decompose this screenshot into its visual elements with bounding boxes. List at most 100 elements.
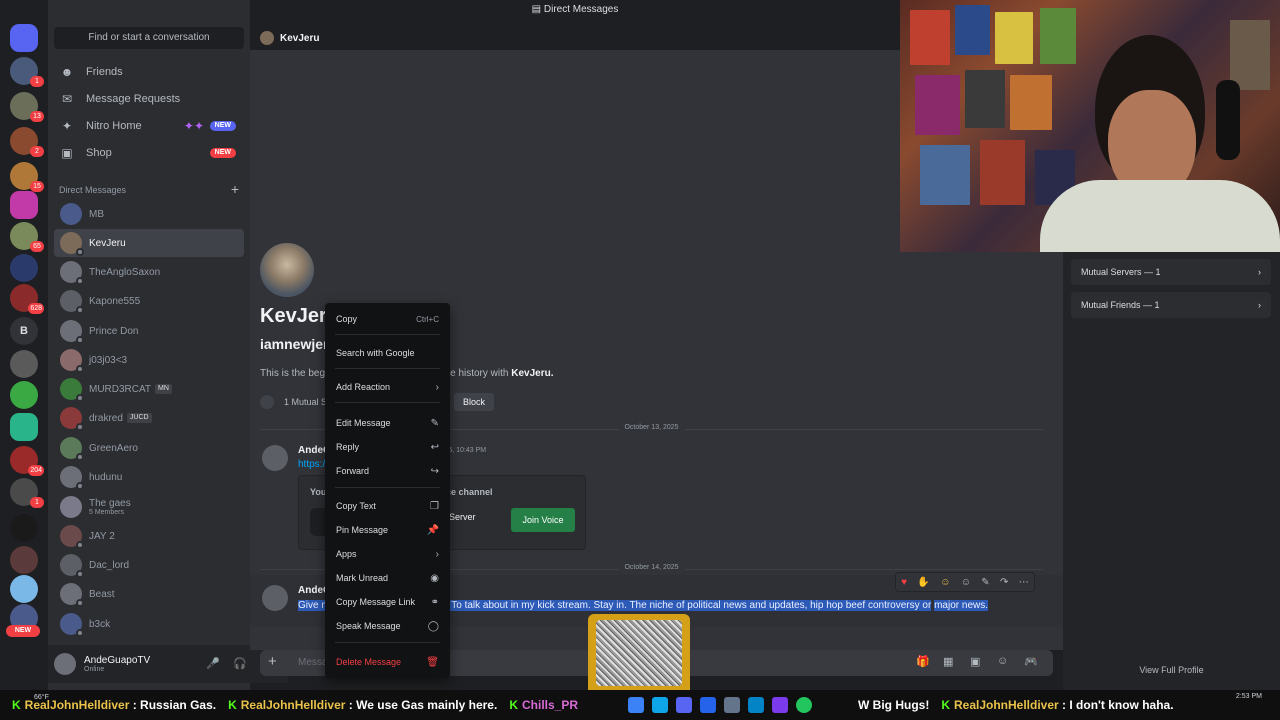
dm-item[interactable]: MURD3RCAT MN (54, 375, 244, 403)
server-icon[interactable]: 204 (10, 446, 44, 476)
dm-item[interactable]: j03j03<3 (54, 346, 244, 374)
microphone-icon[interactable]: 🎤 (206, 657, 220, 671)
menu-item-search-google[interactable]: Search with Google (331, 343, 444, 363)
link-icon: ⚭ (430, 596, 439, 608)
view-full-profile-link[interactable]: View Full Profile (1063, 665, 1280, 675)
menu-item-add-reaction[interactable]: Add Reaction › (331, 377, 444, 397)
menu-item-edit[interactable]: Edit Message ✎ (331, 413, 444, 433)
dm-item[interactable]: hudunu (54, 463, 244, 491)
app-icon[interactable] (628, 697, 644, 713)
heart-reaction-icon[interactable]: ♥ (901, 577, 907, 588)
server-icon[interactable]: 15 (10, 162, 44, 192)
forward-icon[interactable]: ↷ (1000, 577, 1008, 588)
server-icon[interactable] (10, 191, 38, 219)
gif-icon[interactable]: ▦ (943, 655, 953, 668)
ticker-sep: : (1058, 698, 1070, 712)
pencil-icon[interactable]: ✎ (981, 577, 989, 588)
server-icon[interactable] (10, 350, 38, 378)
join-voice-button[interactable]: Join Voice (511, 508, 575, 532)
dm-name: JAY 2 (89, 530, 115, 542)
create-dm-plus-icon[interactable]: + (231, 181, 239, 197)
avatar (60, 290, 84, 314)
menu-item-speak[interactable]: Speak Message ◯ (331, 616, 444, 636)
menu-item-copy[interactable]: Copy Ctrl+C (331, 309, 444, 329)
server-icon[interactable]: 1 (10, 57, 44, 87)
dm-item[interactable]: Dac_lord (54, 551, 244, 579)
sticker-icon[interactable]: ▣ (970, 655, 980, 668)
group-dm-item[interactable]: The gaes 5 Members (54, 493, 244, 521)
find-conversation-button[interactable]: Find or start a conversation (54, 27, 244, 49)
menu-item-copy-text[interactable]: Copy Text ❐ (331, 496, 444, 516)
mutual-friends-row[interactable]: Mutual Friends — 1 › (1071, 292, 1271, 318)
menu-item-copy-link[interactable]: Copy Message Link ⚭ (331, 592, 444, 612)
chevron-right-icon: › (435, 381, 439, 393)
menu-item-label: Mark Unread (336, 573, 389, 583)
status-dot (76, 629, 84, 637)
server-icon[interactable]: 65 (10, 222, 44, 252)
server-icon[interactable] (10, 381, 38, 409)
menu-item-forward[interactable]: Forward ↪ (331, 461, 444, 481)
laugh-reaction-icon[interactable]: ☺ (940, 577, 950, 588)
server-icon[interactable]: 2 (10, 127, 44, 157)
dm-item[interactable]: JAY 2 (54, 522, 244, 550)
user-name: AndeGuapoTV (84, 655, 151, 666)
chrome-icon[interactable] (796, 697, 812, 713)
avatar[interactable] (260, 31, 274, 45)
headphones-icon[interactable]: 🎧 (233, 657, 247, 671)
avatar[interactable] (262, 445, 288, 471)
menu-separator (335, 487, 440, 488)
block-button[interactable]: Block (454, 393, 494, 411)
profile-avatar-large[interactable] (260, 243, 314, 297)
channel-name[interactable]: KevJeru (280, 33, 319, 44)
dm-item[interactable]: TheAngloSaxon (54, 258, 244, 286)
ticker-message: K RealJohnHelldiver : We use Gas mainly h… (228, 698, 497, 712)
emoji-icon[interactable]: ☺ (997, 655, 1008, 667)
dm-item[interactable]: b3ck (54, 610, 244, 638)
app-icon[interactable] (700, 697, 716, 713)
gift-icon[interactable]: 🎁 (916, 655, 930, 668)
app-icon[interactable] (772, 697, 788, 713)
nav-nitro-home[interactable]: ✦ Nitro Home ✦✦ NEW (54, 113, 244, 139)
server-icon[interactable] (10, 254, 38, 282)
dm-item[interactable]: Beast (54, 580, 244, 608)
server-icon[interactable] (10, 546, 38, 574)
dm-item[interactable]: drakred JUCD (54, 404, 244, 432)
menu-item-delete[interactable]: Delete Message 🗑 (331, 652, 444, 672)
app-icon[interactable] (724, 697, 740, 713)
app-icon[interactable] (748, 697, 764, 713)
user-avatar[interactable] (54, 653, 76, 675)
server-icon[interactable]: 628 (10, 284, 44, 314)
server-icon[interactable]: B (10, 317, 38, 345)
nav-message-requests[interactable]: ✉ Message Requests (54, 86, 244, 112)
discord-taskbar-icon[interactable] (676, 697, 692, 713)
dm-name: Kapone555 (89, 295, 141, 307)
mutual-friends-label: Mutual Friends — 1 (1081, 300, 1160, 310)
menu-item-mark-unread[interactable]: Mark Unread ◉ (331, 568, 444, 588)
activity-icon[interactable]: 🎮 (1024, 655, 1038, 668)
discord-home-icon[interactable] (10, 24, 38, 52)
app-icon[interactable] (652, 697, 668, 713)
dm-item[interactable]: Prince Don (54, 317, 244, 345)
dm-item[interactable]: Kapone555 (54, 287, 244, 315)
add-reaction-icon[interactable]: ☺ (961, 577, 971, 588)
mutual-servers-row[interactable]: Mutual Servers — 1 › (1071, 259, 1271, 285)
server-icon[interactable] (10, 413, 38, 441)
server-icon[interactable] (10, 514, 38, 542)
menu-item-pin[interactable]: Pin Message 📌 (331, 520, 444, 540)
avatar[interactable] (262, 585, 288, 611)
dm-item[interactable]: MB (54, 200, 244, 228)
new-badge: NEW (6, 625, 40, 637)
menu-item-reply[interactable]: Reply ↩ (331, 437, 444, 457)
hand-reaction-icon[interactable]: ✋ (917, 577, 929, 588)
server-icon[interactable] (10, 575, 38, 603)
more-icon[interactable]: ⋯ (1019, 577, 1029, 588)
dm-item-selected[interactable]: KevJeru (54, 229, 244, 257)
server-icon[interactable]: 13 (10, 92, 44, 122)
menu-item-apps[interactable]: Apps › (331, 544, 444, 564)
dm-item[interactable]: GreenAero (54, 434, 244, 462)
new-badge: NEW (209, 121, 236, 131)
server-icon[interactable]: 1 (10, 478, 44, 508)
nav-shop[interactable]: ▣ Shop NEW (54, 140, 244, 166)
add-attachment-icon[interactable]: + (268, 653, 277, 670)
nav-friends[interactable]: ☻ Friends (54, 59, 244, 85)
